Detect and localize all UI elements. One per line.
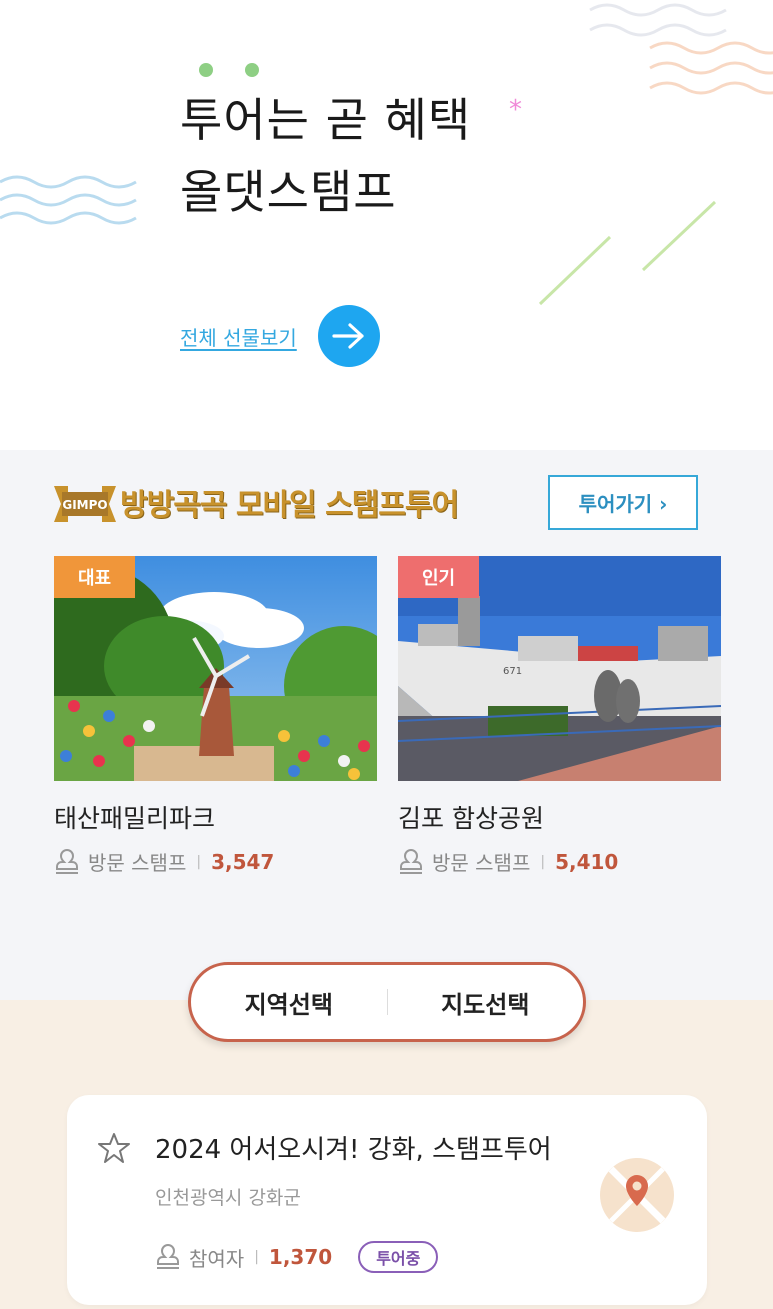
all-gifts-arrow-button[interactable]: [318, 305, 380, 367]
tour-card-meta: 방문 스탬프 | 5,410: [398, 847, 721, 876]
meta-divider: |: [540, 853, 546, 870]
warship-park-photo: 671 인기: [398, 556, 721, 781]
taesan-park-photo: 대표: [54, 556, 377, 781]
participants-count: 1,370: [268, 1245, 333, 1269]
tag-representative: 대표: [54, 556, 136, 598]
all-gifts-link[interactable]: 전체 선물보기: [180, 322, 297, 351]
hero-title-line1: 투어는 곧 혜택: [180, 93, 472, 147]
tour-list-item-location: 인천광역시 강화군: [155, 1187, 301, 1209]
meta-divider: |: [196, 853, 202, 870]
tour-card-taesan[interactable]: 대표 태산패밀리파크 방문 스탬프 | 3,547: [54, 556, 377, 876]
hero-title-line2: 올댓스탬프: [180, 165, 397, 219]
tour-list-item[interactable]: 2024 어서오시겨! 강화, 스탬프투어 인천광역시 강화군 참여자 | 1,…: [67, 1095, 707, 1305]
region-map-selector: 지역선택 지도선택: [188, 962, 586, 1042]
stamp-label: 방문 스탬프: [88, 851, 187, 875]
go-tour-button[interactable]: 투어가기 ›: [548, 475, 698, 530]
map-pin-icon[interactable]: [597, 1155, 677, 1235]
arrow-right-icon: [332, 323, 364, 349]
stamp-icon: [56, 848, 78, 874]
hero-title: 투어는 곧 혜택 올댓스탬프: [180, 84, 471, 228]
stamp-count: 3,547: [211, 849, 275, 874]
region-select-button[interactable]: 지역선택: [191, 985, 387, 1020]
tour-card-name: 태산패밀리파크: [54, 804, 216, 833]
svg-text:671: 671: [503, 666, 522, 677]
tour-card-warship-park[interactable]: 671 인기 김포 함상공원 방문 스탬프 | 5,410: [398, 556, 721, 876]
tour-list-item-name: 2024 어서오시겨! 강화, 스탬프투어: [155, 1135, 552, 1165]
map-select-button[interactable]: 지도선택: [388, 985, 584, 1020]
stamp-icon: [400, 848, 422, 874]
stamp-count: 5,410: [555, 849, 619, 874]
tour-list-item-meta: 참여자 | 1,370 투어중: [155, 1241, 439, 1273]
stamp-label: 방문 스탬프: [432, 851, 531, 875]
meta-divider: |: [254, 1249, 259, 1265]
gimpo-logo-text: GIMPO: [62, 498, 107, 512]
gimpo-logo: GIMPO: [54, 486, 116, 522]
participants-label: 참여자: [189, 1246, 245, 1271]
stamp-tour-title: 방방곡곡 모바일 스탬프투어: [120, 488, 459, 523]
favorite-star-icon[interactable]: [97, 1131, 131, 1165]
tour-card-meta: 방문 스탬프 | 3,547: [54, 847, 377, 876]
status-badge: 투어중: [358, 1241, 439, 1273]
svg-text:*: *: [509, 95, 522, 125]
participant-icon: [157, 1243, 179, 1269]
tag-popular: 인기: [398, 556, 480, 598]
hero-banner: * 투어는 곧 혜택 올댓스탬프 전체 선물보기: [0, 0, 773, 450]
tour-card-name: 김포 함상공원: [398, 804, 544, 833]
